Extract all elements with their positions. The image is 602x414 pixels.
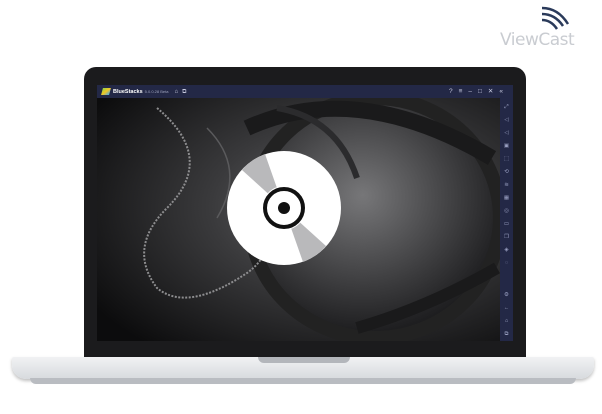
viewcast-watermark: ViewCast — [500, 4, 596, 52]
help-icon[interactable]: ? — [449, 87, 453, 96]
shake-icon[interactable]: ≋ — [504, 179, 509, 192]
folder-icon[interactable]: ▭ — [504, 218, 509, 231]
eco-icon[interactable]: ◌ — [505, 257, 508, 270]
headphones-background-image — [97, 91, 507, 341]
laptop-notch — [258, 357, 350, 363]
rotate-icon[interactable]: ⟲ — [504, 166, 509, 179]
volume-up-icon[interactable]: ◁ — [504, 114, 508, 127]
laptop-base-shadow — [30, 378, 576, 384]
recents-icon[interactable]: ⧉ — [505, 328, 509, 341]
minimize-icon[interactable]: – — [468, 87, 472, 96]
disc-icon — [227, 151, 341, 265]
fullscreen-icon[interactable]: ⤢ — [504, 101, 508, 114]
android-home-icon[interactable]: ⌂ — [505, 315, 508, 328]
layers-icon[interactable]: ◈ — [504, 244, 508, 257]
watermark-text: ViewCast — [500, 30, 575, 50]
laptop-screen: BlueStacks 5.0.0.28 Beta ⌂ ⧉ ? ≡ – □ ✕ « — [97, 85, 513, 341]
screenshot-icon[interactable]: ▦ — [504, 192, 509, 205]
menu-icon[interactable]: ≡ — [459, 87, 463, 96]
close-icon[interactable]: ✕ — [488, 87, 493, 96]
back-icon[interactable]: ← — [504, 302, 510, 315]
keyboard-icon[interactable]: ▣ — [504, 140, 509, 153]
app-version: 5.0.0.28 Beta — [144, 89, 169, 94]
bluestacks-logo-icon — [101, 88, 111, 95]
volume-down-icon[interactable]: ◁ — [504, 127, 508, 140]
app-content[interactable] — [97, 91, 507, 341]
app-name: BlueStacks — [113, 88, 143, 95]
bluestacks-titlebar: BlueStacks 5.0.0.28 Beta ⌂ ⧉ ? ≡ – □ ✕ « — [97, 85, 513, 98]
copy-icon[interactable]: ❐ — [504, 231, 509, 244]
gamepad-icon[interactable]: ⬚ — [504, 153, 509, 166]
record-icon[interactable]: ◎ — [504, 205, 509, 218]
multi-instance-icon[interactable]: ⧉ — [182, 89, 186, 95]
settings-icon[interactable]: ⚙ — [504, 289, 509, 302]
maximize-icon[interactable]: □ — [478, 87, 482, 96]
bluestacks-sidebar: ⤢ ◁ ◁ ▣ ⬚ ⟲ ≋ ▦ ◎ ▭ ❐ ◈ ◌ ⚙ ← ⌂ ⧉ — [500, 98, 513, 341]
window-controls: ? ≡ – □ ✕ « — [449, 87, 503, 96]
collapse-icon[interactable]: « — [499, 87, 503, 96]
home-icon[interactable]: ⌂ — [174, 89, 178, 95]
